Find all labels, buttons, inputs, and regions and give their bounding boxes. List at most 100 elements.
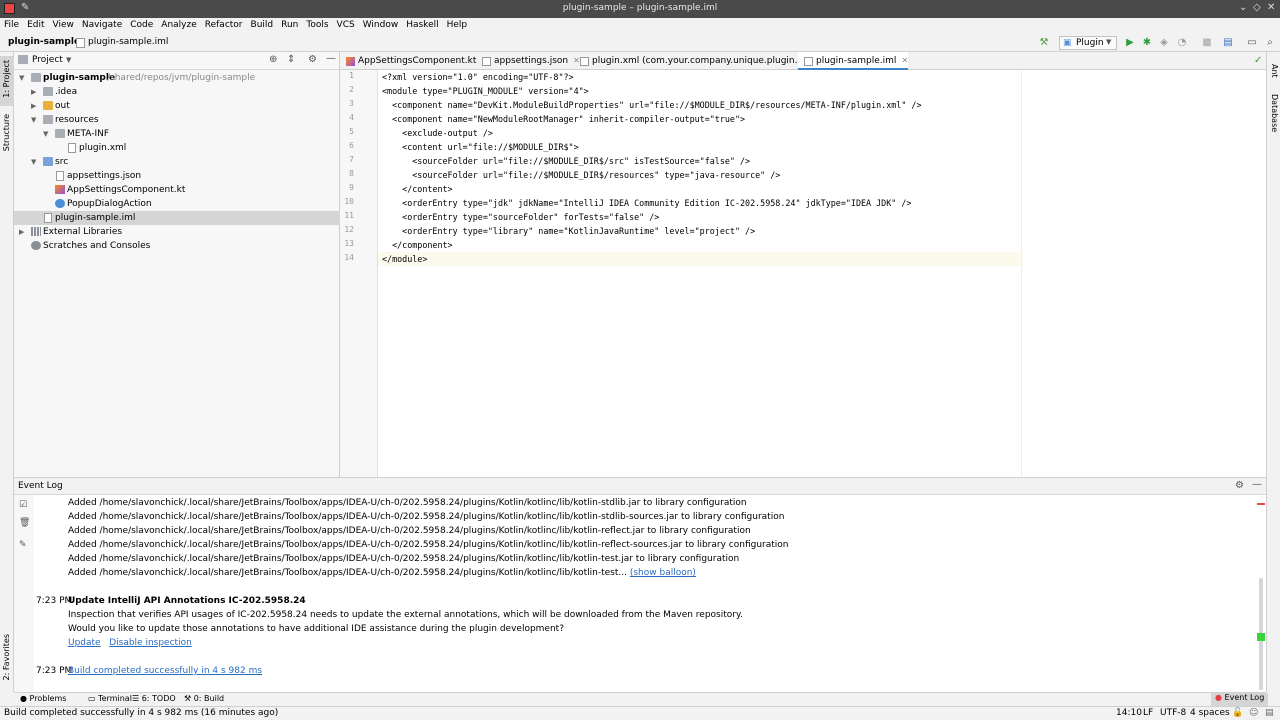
window-titlebar: ✎ plugin-sample – plugin-sample.iml ⌄ ◇ … xyxy=(0,0,1280,18)
menu-code[interactable]: Code xyxy=(126,18,157,30)
tree-item-plugin-xml[interactable]: plugin.xml xyxy=(14,141,340,155)
tab-plugin-sample-iml[interactable]: plugin-sample.iml ✕ xyxy=(798,52,909,70)
expand-arrow-icon[interactable]: ▼ xyxy=(31,113,36,127)
problems-tab[interactable]: ● Problems xyxy=(20,694,66,703)
trash-icon[interactable]: 🗑 xyxy=(19,518,30,528)
hide-panel-icon[interactable]: — xyxy=(326,53,336,64)
event-log-tab-label: Event Log xyxy=(1224,693,1265,702)
menu-tools[interactable]: Tools xyxy=(302,18,332,30)
wrench-icon[interactable]: ✎ xyxy=(19,540,27,550)
memory-icon[interactable]: ▤ xyxy=(1265,708,1274,718)
disable-inspection-link[interactable]: Disable inspection xyxy=(109,638,192,648)
expand-arrow-icon[interactable]: ▶ xyxy=(19,225,24,239)
stop-icon[interactable]: ■ xyxy=(1201,37,1213,49)
collapse-all-icon[interactable]: ⇕ xyxy=(287,54,295,65)
menu-vcs[interactable]: VCS xyxy=(333,18,359,30)
profile-icon[interactable]: ◔ xyxy=(1176,37,1188,49)
tree-item-scratches[interactable]: Scratches and Consoles xyxy=(14,239,340,253)
close-icon[interactable]: ✕ xyxy=(1267,2,1275,13)
tab-appsettingscomponent-kt[interactable]: AppSettingsComponent.kt✕ xyxy=(340,52,488,70)
show-balloon-link[interactable]: (show balloon) xyxy=(630,568,696,578)
settings-layout-icon[interactable]: ▭ xyxy=(1246,37,1258,49)
tab-appsettings-json[interactable]: appsettings.json ✕ xyxy=(476,52,580,70)
tree-item-appsettingscomponent-kt[interactable]: AppSettingsComponent.kt xyxy=(14,183,340,197)
expand-arrow-icon[interactable]: ▶ xyxy=(31,85,36,99)
build-hammer-icon[interactable]: ⚒ xyxy=(1038,37,1050,49)
code-line: <exclude-output /> xyxy=(382,128,493,138)
expand-arrow-icon[interactable]: ▼ xyxy=(43,127,48,141)
project-structure-icon[interactable]: ▤ xyxy=(1222,37,1234,49)
tree-item-plugin-sample[interactable]: ▼ plugin-sample /shared/repos/jvm/plugin… xyxy=(14,71,340,85)
event-log-tab[interactable]: ● Event Log xyxy=(1211,693,1269,706)
ant-tool-tab[interactable]: Ant xyxy=(1267,62,1280,88)
structure-tool-tab[interactable]: Structure xyxy=(0,112,14,162)
todo-tab[interactable]: ☰ 6: TODO xyxy=(132,694,176,703)
menu-view[interactable]: View xyxy=(49,18,78,30)
coverage-icon[interactable]: ◈ xyxy=(1158,37,1170,49)
maximize-icon[interactable]: ◇ xyxy=(1253,2,1261,13)
tree-item-src[interactable]: ▼ src xyxy=(14,155,340,169)
menu-file[interactable]: File xyxy=(0,18,23,30)
update-annotations-link[interactable]: Update xyxy=(68,638,101,648)
hide-panel-icon[interactable]: — xyxy=(1252,479,1262,490)
chevron-down-icon[interactable]: ▼ xyxy=(66,56,71,64)
build-tab[interactable]: ⚒ 0: Build xyxy=(184,694,224,703)
code-editor[interactable]: <?xml version="1.0" encoding="UTF-8"?> <… xyxy=(378,70,1266,477)
tree-item-plugin-sample-iml[interactable]: plugin-sample.iml xyxy=(14,211,340,225)
debug-icon[interactable]: ✱ xyxy=(1141,37,1153,49)
locate-file-icon[interactable]: ⊕ xyxy=(269,54,277,65)
database-tool-tab[interactable]: Database xyxy=(1267,92,1280,142)
menu-analyze[interactable]: Analyze xyxy=(157,18,200,30)
search-icon[interactable]: ⌕ xyxy=(1264,37,1276,49)
right-tool-strip: Ant Database xyxy=(1266,52,1280,692)
problems-icon: ● xyxy=(20,694,27,703)
inspector-icon[interactable]: ☺ xyxy=(1249,708,1258,718)
menu-edit[interactable]: Edit xyxy=(23,18,48,30)
gear-icon[interactable]: ⚙ xyxy=(308,54,317,65)
project-view-label[interactable]: Project xyxy=(32,55,63,65)
menu-help[interactable]: Help xyxy=(443,18,472,30)
indent-setting[interactable]: 4 spaces xyxy=(1190,708,1230,718)
tree-item-external-libraries[interactable]: ▶ External Libraries xyxy=(14,225,340,239)
tree-item-label: plugin-sample.iml xyxy=(55,213,136,223)
minimize-icon[interactable]: ⌄ xyxy=(1239,2,1247,13)
tree-item-popupdialogaction[interactable]: PopupDialogAction xyxy=(14,197,340,211)
menu-navigate[interactable]: Navigate xyxy=(78,18,126,30)
tree-item-out[interactable]: ▶ out xyxy=(14,99,340,113)
build-completed-link[interactable]: Build completed successfully in 4 s 982 … xyxy=(68,666,262,676)
menu-refactor[interactable]: Refactor xyxy=(201,18,247,30)
run-config-select[interactable]: ▣ Plugin ▼ xyxy=(1059,36,1117,50)
tree-item-label: resources xyxy=(55,115,99,125)
menu-run[interactable]: Run xyxy=(277,18,302,30)
gear-icon[interactable]: ⚙ xyxy=(1235,480,1244,491)
tab-plugin-xml[interactable]: plugin.xml (com.your.company.unique.plug… xyxy=(574,52,821,70)
info-marker xyxy=(1257,633,1265,641)
menu-window[interactable]: Window xyxy=(359,18,403,30)
log-timestamp: 7:23 PM xyxy=(36,596,73,606)
project-tool-tab[interactable]: 1: Project xyxy=(0,56,14,106)
menu-build[interactable]: Build xyxy=(247,18,278,30)
project-panel-header: Project ▼ ⊕ ⇕ ⚙ — xyxy=(14,52,340,70)
tree-item-meta-inf[interactable]: ▼ META-INF xyxy=(14,127,340,141)
favorites-tool-tab[interactable]: 2: Favorites xyxy=(0,632,14,688)
tree-item-resources[interactable]: ▼ resources xyxy=(14,113,340,127)
inspection-ok-icon[interactable]: ✓ xyxy=(1254,55,1262,66)
tree-item-appsettings-json[interactable]: appsettings.json xyxy=(14,169,340,183)
terminal-tab-label: Terminal xyxy=(98,694,132,703)
breadcrumb-project[interactable]: plugin-sample xyxy=(8,37,80,47)
lock-icon[interactable]: 🔓 xyxy=(1232,708,1243,718)
status-message[interactable]: Build completed successfully in 4 s 982 … xyxy=(4,708,278,718)
tree-item-idea[interactable]: ▶ .idea xyxy=(14,85,340,99)
run-icon[interactable]: ▶ xyxy=(1124,37,1136,49)
expand-arrow-icon[interactable]: ▼ xyxy=(19,71,24,85)
expand-arrow-icon[interactable]: ▶ xyxy=(31,99,36,113)
file-encoding[interactable]: UTF-8 xyxy=(1160,708,1186,718)
caret-position[interactable]: 14:10 xyxy=(1116,708,1142,718)
menu-haskell[interactable]: Haskell xyxy=(402,18,442,30)
close-tab-icon[interactable]: ✕ xyxy=(901,56,908,65)
line-separator[interactable]: LF xyxy=(1143,708,1153,718)
breadcrumb-file[interactable]: plugin-sample.iml xyxy=(88,37,168,47)
expand-arrow-icon[interactable]: ▼ xyxy=(31,155,36,169)
mark-read-icon[interactable]: ☑ xyxy=(19,500,27,510)
terminal-tab[interactable]: ▭ Terminal xyxy=(88,694,132,703)
